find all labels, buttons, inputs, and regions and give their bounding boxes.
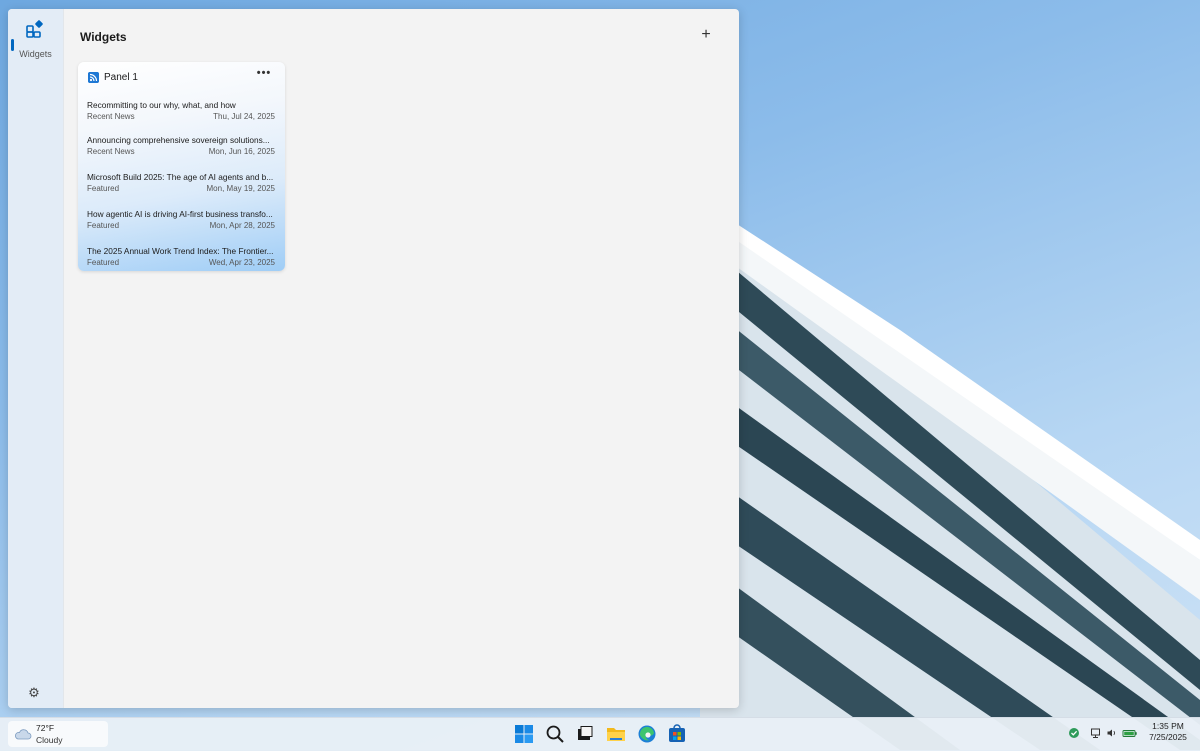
- news-item-title: The 2025 Annual Work Trend Index: The Fr…: [87, 246, 274, 256]
- news-item-title: Recommitting to our why, what, and how: [87, 100, 236, 110]
- search-icon[interactable]: [545, 724, 565, 744]
- cloud-icon: [15, 729, 32, 740]
- news-item[interactable]: Microsoft Build 2025: The age of AI agen…: [87, 172, 277, 200]
- panel-title: Panel 1: [104, 72, 138, 83]
- news-item-date: Wed, Apr 23, 2025: [208, 258, 275, 267]
- weather-widget-button[interactable]: 72°F Cloudy: [8, 721, 108, 747]
- clock[interactable]: 1:35 PM 7/25/2025: [1140, 721, 1196, 743]
- widgets-icon: [26, 20, 43, 38]
- clock-date: 7/25/2025: [1149, 732, 1187, 742]
- news-panel-card[interactable]: Panel 1 ••• Recommitting to our why, wha…: [78, 62, 285, 271]
- file-explorer-icon[interactable]: [606, 724, 626, 744]
- news-item-category: Featured: [87, 184, 120, 193]
- news-item-category: Featured: [87, 221, 120, 230]
- news-item-date: Mon, Apr 28, 2025: [209, 221, 275, 230]
- widgets-side-rail: Widgets ⚙: [8, 9, 64, 708]
- weather-temperature: 72°F: [36, 723, 55, 733]
- news-item-date: Mon, Jun 16, 2025: [208, 147, 275, 156]
- task-view-icon[interactable]: [575, 724, 595, 744]
- more-options-button[interactable]: •••: [254, 67, 274, 81]
- security-shield-icon[interactable]: [1068, 727, 1080, 739]
- microsoft-store-icon[interactable]: [667, 724, 687, 744]
- news-item[interactable]: Recommitting to our why, what, and how R…: [87, 100, 277, 128]
- news-item-title: How agentic AI is driving AI-first busin…: [87, 209, 273, 219]
- weather-condition: Cloudy: [36, 735, 63, 745]
- news-item-title: Microsoft Build 2025: The age of AI agen…: [87, 172, 274, 182]
- news-item[interactable]: Announcing comprehensive sovereign solut…: [87, 135, 277, 163]
- rail-item-widgets[interactable]: Widgets: [8, 17, 63, 65]
- add-widget-button[interactable]: +: [697, 26, 715, 44]
- news-item-date: Mon, May 19, 2025: [206, 184, 275, 193]
- board-title: Widgets: [80, 30, 127, 44]
- clock-time: 1:35 PM: [1152, 721, 1184, 731]
- rail-item-label: Widgets: [19, 49, 52, 59]
- widgets-board: Widgets ⚙ Widgets + Panel 1 ••• Recommit…: [8, 9, 739, 708]
- start-icon[interactable]: [514, 724, 534, 744]
- news-item[interactable]: The 2025 Annual Work Trend Index: The Fr…: [87, 246, 277, 274]
- news-item-category: Featured: [87, 258, 120, 267]
- volume-icon[interactable]: [1106, 727, 1118, 739]
- news-item-category: Recent News: [87, 147, 135, 156]
- network-icon[interactable]: [1090, 727, 1102, 739]
- edge-browser-icon[interactable]: [637, 724, 657, 744]
- news-item[interactable]: How agentic AI is driving AI-first busin…: [87, 209, 277, 237]
- system-tray: [1066, 725, 1140, 743]
- news-item-date: Thu, Jul 24, 2025: [213, 112, 275, 121]
- taskbar: 72°F Cloudy 1:35 PM 7/25/2025: [0, 717, 1200, 751]
- news-item-category: Recent News: [87, 112, 135, 121]
- rss-feed-icon: [88, 72, 99, 83]
- news-item-title: Announcing comprehensive sovereign solut…: [87, 135, 270, 145]
- battery-icon[interactable]: [1122, 727, 1138, 739]
- settings-gear-icon[interactable]: ⚙: [26, 685, 42, 701]
